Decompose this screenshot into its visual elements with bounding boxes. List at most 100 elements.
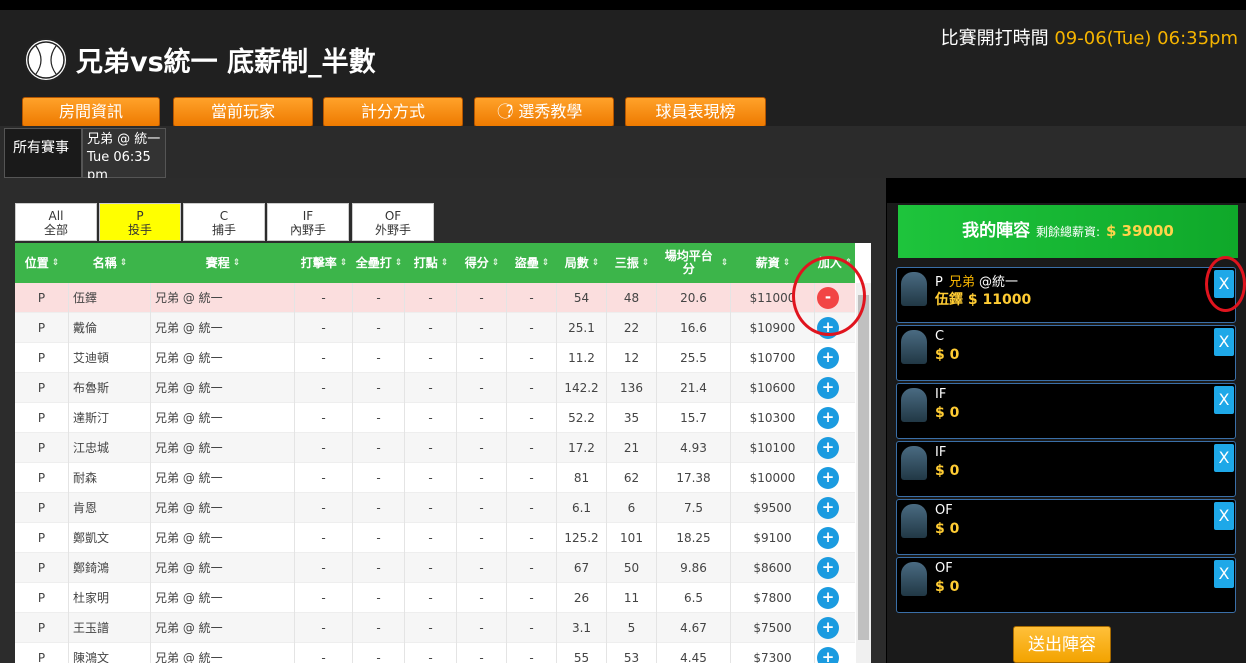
remove-slot-button[interactable]: X <box>1214 444 1234 472</box>
lineup-slot[interactable]: IF $ 0 X <box>896 383 1236 439</box>
tab-all-matches[interactable]: 所有賽事 <box>4 128 82 178</box>
cell-ip: 125.2 <box>557 523 607 553</box>
cell-name: 王玉譜 <box>69 613 151 643</box>
cell-name: 伍鐸 <box>69 283 151 313</box>
sort-icon[interactable]: ⇕ <box>642 257 650 270</box>
cell-so: 101 <box>607 523 657 553</box>
room-info-button[interactable]: 房間資訊 <box>22 97 160 127</box>
lineup-slot[interactable]: C $ 0 X <box>896 325 1236 381</box>
cell-rbi: - <box>405 373 457 403</box>
question-circle-icon: ?⃝ <box>505 102 514 121</box>
cell-ip: 67 <box>557 553 607 583</box>
sort-icon[interactable]: ⇕ <box>441 257 449 270</box>
lineup-slot[interactable]: OF $ 0 X <box>896 557 1236 613</box>
cell-fp: 15.7 <box>657 403 731 433</box>
game-start-time: 比賽開打時間 09-06(Tue) 06:35pm <box>940 28 1238 49</box>
tab-all[interactable]: All 全部 <box>15 203 97 241</box>
remove-slot-button[interactable]: X <box>1214 502 1234 530</box>
table-row: P 伍鐸 兄弟 @ 統一 - - - - -54 48 20.6 $11000- <box>15 283 855 313</box>
header-rbi[interactable]: 打點 ⇕ <box>405 243 457 283</box>
header-fantasy-pts[interactable]: 場均平台分 ⇕ <box>657 243 731 283</box>
add-player-button[interactable]: + <box>817 557 839 579</box>
table-row: P 鄭錡鴻 兄弟 @ 統一 - - - - -67 50 9.86 $8600 + <box>15 553 855 583</box>
lineup-slot[interactable]: OF $ 0 X <box>896 499 1236 555</box>
tab-game[interactable]: 兄弟 @ 統一 Tue 06:35 pm <box>82 128 166 183</box>
cell-hr: - <box>353 523 405 553</box>
sort-icon[interactable]: ⇕ <box>52 257 60 270</box>
cell-r: - <box>457 523 507 553</box>
header-name[interactable]: 名稱 ⇕ <box>69 243 151 283</box>
slot-position: OF <box>935 503 953 518</box>
table-row: P 艾迪頓 兄弟 @ 統一 - - - - -11.2 12 25.5 $10700 + <box>15 343 855 373</box>
remove-slot-button[interactable]: X <box>1214 386 1234 414</box>
add-player-button[interactable]: + <box>817 407 839 429</box>
slot-team: 兄弟 <box>948 275 975 290</box>
cell-salary: $10100 <box>731 433 815 463</box>
sort-icon[interactable]: ⇕ <box>233 257 241 270</box>
slot-player: $ 0 <box>935 347 960 363</box>
sort-icon[interactable]: ⇕ <box>592 257 600 270</box>
cell-rbi: - <box>405 583 457 613</box>
sort-icon[interactable]: ⇕ <box>721 257 729 270</box>
add-player-button[interactable]: + <box>817 587 839 609</box>
remove-slot-button[interactable]: X <box>1214 560 1234 588</box>
cell-name: 江忠城 <box>69 433 151 463</box>
tab-infielder[interactable]: IF 內野手 <box>267 203 349 241</box>
cell-rbi: - <box>405 283 457 313</box>
player-avatar <box>901 446 927 480</box>
slot-player: $ 0 <box>935 579 960 595</box>
add-player-button[interactable]: + <box>817 617 839 639</box>
remove-slot-button[interactable]: X <box>1214 328 1234 356</box>
cell-sb: - <box>507 283 557 313</box>
cell-ip: 54 <box>557 283 607 313</box>
current-players-button[interactable]: 當前玩家 <box>173 97 313 127</box>
cell-r: - <box>457 313 507 343</box>
add-player-button[interactable]: + <box>817 437 839 459</box>
sort-icon[interactable]: ⇕ <box>340 257 348 270</box>
header-position[interactable]: 位置 ⇕ <box>15 243 69 283</box>
cell-hr: - <box>353 403 405 433</box>
cell-sb: - <box>507 313 557 343</box>
slot-player: $ 0 <box>935 463 960 479</box>
player-table: 位置 ⇕ 名稱 ⇕ 賽程 ⇕ 打擊率 ⇕ 全壘打 ⇕ 打點 ⇕ 得分 ⇕ 盜壘 ⇕ 局數 ⇕ 三振 ⇕ 場均平台分 ⇕ 薪資… <box>15 243 871 663</box>
sort-icon[interactable]: ⇕ <box>492 257 500 270</box>
scoring-button[interactable]: 計分方式 <box>323 97 463 127</box>
add-player-button[interactable]: + <box>817 347 839 369</box>
tab-catcher[interactable]: C 捕手 <box>183 203 265 241</box>
cell-fp: 20.6 <box>657 283 731 313</box>
sort-icon[interactable]: ⇕ <box>395 257 403 270</box>
add-player-button[interactable]: + <box>817 527 839 549</box>
draft-tutorial-button[interactable]: ?⃝ 選秀教學 <box>474 97 614 127</box>
cell-avg: - <box>295 283 353 313</box>
header-sb[interactable]: 盜壘 ⇕ <box>507 243 557 283</box>
lineup-slot[interactable]: P 兄弟 @統一 伍鐸 $ 11000 X <box>896 267 1236 323</box>
cell-fp: 17.38 <box>657 463 731 493</box>
cell-pos: P <box>15 433 69 463</box>
lineup-slot[interactable]: IF $ 0 X <box>896 441 1236 497</box>
sort-icon[interactable]: ⇕ <box>783 257 791 270</box>
scrollbar-thumb[interactable] <box>858 295 869 640</box>
player-leaderboard-button[interactable]: 球員表現榜 <box>625 97 766 127</box>
cell-hr: - <box>353 283 405 313</box>
tab-outfielder[interactable]: OF 外野手 <box>352 203 434 241</box>
header-ip[interactable]: 局數 ⇕ <box>557 243 607 283</box>
header-avg[interactable]: 打擊率 ⇕ <box>295 243 353 283</box>
sort-icon[interactable]: ⇕ <box>542 257 550 270</box>
add-player-button[interactable]: + <box>817 647 839 663</box>
cell-sb: - <box>507 463 557 493</box>
tab-pitcher[interactable]: P 投手 <box>99 203 181 241</box>
header-so[interactable]: 三振 ⇕ <box>607 243 657 283</box>
cell-avg: - <box>295 523 353 553</box>
cell-pos: P <box>15 283 69 313</box>
add-player-button[interactable]: + <box>817 497 839 519</box>
player-avatar <box>901 562 927 596</box>
cell-ip: 26 <box>557 583 607 613</box>
add-player-button[interactable]: + <box>817 467 839 489</box>
header-schedule[interactable]: 賽程 ⇕ <box>151 243 295 283</box>
sort-icon[interactable]: ⇕ <box>120 257 128 270</box>
submit-lineup-button[interactable]: 送出陣容 <box>1013 626 1111 663</box>
header-runs[interactable]: 得分 ⇕ <box>457 243 507 283</box>
header-hr[interactable]: 全壘打 ⇕ <box>353 243 405 283</box>
cell-salary: $7800 <box>731 583 815 613</box>
add-player-button[interactable]: + <box>817 377 839 399</box>
